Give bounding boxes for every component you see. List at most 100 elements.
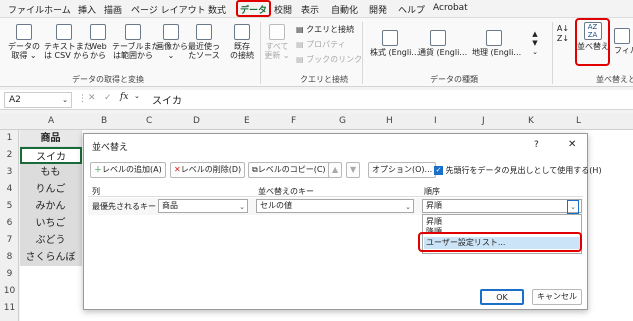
tab-view[interactable]: 表示 [301, 3, 319, 16]
move-down-button[interactable]: ▼ [346, 162, 361, 178]
bank-icon [382, 30, 398, 46]
move-up-button[interactable]: ▲ [328, 162, 343, 178]
formula-input[interactable]: スイカ [152, 92, 182, 107]
column-header[interactable]: A [48, 116, 54, 126]
data-cell[interactable]: りんご [20, 181, 82, 198]
more-icon: ⋮ [78, 94, 87, 104]
tab-automate[interactable]: 自動化 [331, 3, 358, 16]
ribbon-tabs: ファイル ホーム 挿入 描画 ページ レイアウト 数式 データ 校閲 表示 自動… [0, 0, 633, 17]
sort-icon: AZ ZA [583, 22, 602, 40]
cancel-button[interactable]: キャンセル [532, 289, 582, 305]
chevron-down-icon[interactable]: ⌄ [62, 93, 68, 107]
row-header[interactable]: 9 [0, 269, 19, 279]
delete-level-button[interactable]: ✕レベルの削除(D) [170, 162, 246, 178]
chevron-down-icon[interactable]: ⌄ [134, 92, 140, 100]
add-level-button[interactable]: ＋レベルの追加(A) [90, 162, 166, 178]
data-cell[interactable]: さくらんぼ [20, 249, 82, 266]
tab-formulas[interactable]: 数式 [208, 3, 226, 16]
tab-developer[interactable]: 開発 [369, 3, 387, 16]
table-range-button[interactable]: テーブルまた は範囲から [112, 24, 160, 60]
row-header[interactable]: 3 [0, 167, 19, 177]
column-header[interactable]: J [482, 116, 485, 126]
data-cell[interactable]: みかん [20, 198, 82, 215]
help-button[interactable]: ? [534, 140, 539, 150]
queries-connections-button[interactable]: ▤ クエリと接続 [296, 25, 354, 34]
row-header[interactable]: 11 [0, 303, 19, 313]
chevron-down-icon[interactable]: ⌄ [567, 200, 579, 214]
close-button[interactable]: ✕ [568, 139, 576, 150]
column-header[interactable]: D [193, 116, 200, 126]
map-icon [486, 30, 502, 46]
sort-button[interactable]: AZ ZA 並べ替え [577, 22, 609, 51]
column-header[interactable]: C [146, 116, 152, 126]
connections-icon [234, 24, 250, 40]
ok-button[interactable]: OK [480, 289, 524, 305]
active-cell[interactable]: スイカ [20, 147, 82, 164]
column-header[interactable]: K [528, 116, 534, 126]
tab-acrobat[interactable]: Acrobat [433, 3, 468, 13]
tab-help[interactable]: ヘルプ [398, 3, 425, 16]
column-header[interactable]: L [576, 116, 581, 126]
data-cell[interactable]: もも [20, 164, 82, 181]
tab-draw[interactable]: 描画 [104, 3, 122, 16]
row-header[interactable]: 8 [0, 252, 19, 262]
tab-file[interactable]: ファイル [8, 3, 44, 16]
insert-function-icon[interactable]: fx [120, 92, 128, 102]
query-icon: ▤ [296, 25, 307, 34]
name-box[interactable]: A2 ⌄ [4, 92, 72, 108]
options-button[interactable]: オプション(O)... [368, 162, 437, 178]
ribbon: データの 取得 ⌄ テキストまた は CSV から Web から テーブルまた … [0, 17, 633, 87]
column-header[interactable]: F [291, 116, 296, 126]
column-header[interactable]: B [101, 116, 107, 126]
column-header[interactable]: G [339, 116, 346, 126]
enter-icon[interactable]: ✓ [104, 93, 112, 103]
copy-level-button[interactable]: ⧉レベルのコピー(C) [248, 162, 330, 178]
column-header[interactable]: I [434, 116, 437, 126]
tab-data[interactable]: データ [236, 0, 272, 17]
get-data-button[interactable]: データの 取得 ⌄ [6, 24, 42, 60]
text-csv-button[interactable]: テキストまた は CSV から [44, 24, 92, 60]
column-header[interactable]: H [386, 116, 393, 126]
recent-sources-button[interactable]: 最近使っ たソース [188, 24, 220, 60]
workbook-links-button[interactable]: ▤ ブックのリンク [296, 55, 362, 64]
from-image-button[interactable]: 画像から ⌄ [156, 24, 188, 60]
row-header[interactable]: 4 [0, 184, 19, 194]
database-icon [16, 24, 32, 40]
row-header[interactable]: 10 [0, 286, 19, 296]
header-row-checkbox[interactable]: ✓ 先頭行をデータの見出しとして使用する(H) [434, 165, 602, 176]
plus-icon: ＋ [94, 165, 102, 174]
properties-button[interactable]: ▤ プロパティ [296, 40, 346, 49]
tab-page-layout[interactable]: ページ レイアウト [131, 3, 206, 16]
data-cell[interactable]: いちご [20, 215, 82, 232]
row-header[interactable]: 1 [0, 133, 19, 143]
text-file-icon [56, 24, 72, 40]
data-cell[interactable]: ぶどう [20, 232, 82, 249]
filter-button[interactable]: フィル [614, 28, 633, 55]
order-select[interactable]: 昇順 ⌄ [422, 199, 582, 214]
datatype-expand-icon[interactable]: ▲ ▼ ⌄ [530, 30, 540, 57]
header-cell[interactable]: 商品 [20, 130, 82, 147]
tab-review[interactable]: 校閲 [274, 3, 292, 16]
table-icon [125, 24, 141, 40]
column-headers: A B C D E F G H I J K L [0, 113, 633, 130]
from-web-button[interactable]: Web から [86, 24, 110, 60]
chevron-down-icon: ⌄ [239, 203, 245, 211]
refresh-all-button[interactable]: すべて 更新 ⌄ [264, 24, 290, 60]
stocks-datatype[interactable]: 株式 (Engli… [370, 30, 419, 57]
sort-on-select[interactable]: セルの値 ⌄ [256, 199, 414, 213]
currency-datatype[interactable]: 通貨 (Engli… [418, 30, 467, 57]
column-select[interactable]: 商品 ⌄ [158, 199, 248, 213]
column-header[interactable]: E [244, 116, 250, 126]
row-header[interactable]: 6 [0, 218, 19, 228]
ribbon-separator [362, 22, 363, 84]
row-header[interactable]: 5 [0, 201, 19, 211]
row-header[interactable]: 2 [0, 150, 19, 160]
geography-datatype[interactable]: 地理 (Engli… [472, 30, 521, 57]
existing-connections-button[interactable]: 既存 の接続 [228, 24, 256, 60]
row-header[interactable]: 7 [0, 235, 19, 245]
tab-home[interactable]: ホーム [44, 3, 71, 16]
tab-insert[interactable]: 挿入 [78, 3, 96, 16]
cancel-icon[interactable]: ✕ [88, 93, 96, 103]
sort-az-icon[interactable]: A↓ Z↓ [556, 24, 570, 44]
row-headers: 1 2 3 4 5 6 7 8 9 10 11 [0, 130, 19, 321]
